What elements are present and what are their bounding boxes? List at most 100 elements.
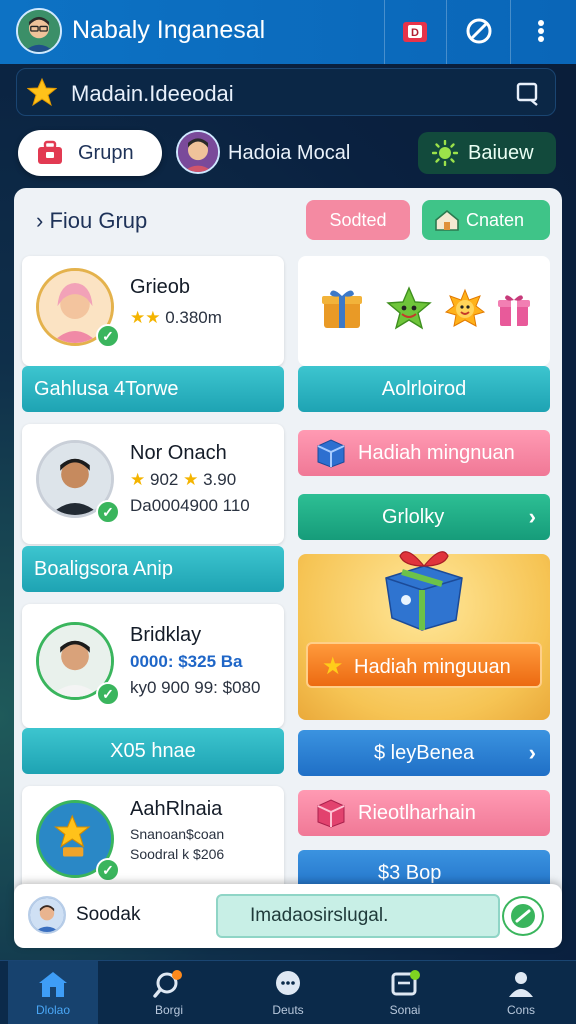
member-name: Nor Onach [130,442,227,464]
weekly-gift-promo-label: Hadiah minguuan [354,656,511,678]
user-avatar[interactable] [16,8,62,54]
star-icon: ★ [183,470,199,489]
chat-input[interactable] [216,894,500,938]
verified-check-icon: ✓ [96,500,120,524]
blue-bottom-label: $3 Bop [378,862,442,884]
star-icon: ★★ [130,308,161,327]
member-card[interactable]: ✓ Nor Onach ★ 902 ★ 3.90 Da0004900 110 [22,424,284,544]
nav-label: Dlolao [35,1003,71,1017]
chat-user-name: Soodak [76,904,141,925]
nav-item-inbox[interactable]: Sonai [360,967,450,1023]
blue-action-label: $ leyBenea [374,742,475,764]
star-icon: ★ [322,653,344,680]
chat-avatar[interactable] [28,896,66,934]
claim-button-label: Aolrloirod [381,377,467,400]
member-meta: ★★ 0.380m [130,308,222,328]
message-icon[interactable] [515,81,541,107]
appbar-divider [510,0,511,64]
blue-action-button[interactable]: $ leyBenea › [298,730,550,776]
star-icon [27,77,57,107]
nav-item-search[interactable]: Borgi [124,967,214,1023]
member-action-button[interactable]: Gahlusa 4Torwe [22,366,284,412]
gift-icon[interactable]: D [398,14,432,48]
main-panel: › Fiou Grup Sodted Cnaten ✓ Grieob ★★ 0.… [14,188,562,908]
user-chip-name: Hadoia Mocal [228,142,351,164]
verified-check-icon: ✓ [96,858,120,882]
nav-label: Cons [506,1003,535,1017]
pink-action-button[interactable]: Rieotlharhain [298,790,550,836]
pink-box-icon [317,799,345,828]
member-meta: Snanoan$coan [130,826,225,842]
nav-label: Sonai [389,1003,421,1017]
star-icon: ★ [130,470,146,489]
balance-label: Baiuew [468,142,534,164]
gift-icons-card [298,256,550,366]
more-vert-icon[interactable] [524,14,558,48]
app-bar: Nabaly Inganesal D [0,0,576,64]
member-stat: 3.90 [203,470,237,489]
member-meta: ky0 900 99: $080 [130,678,261,697]
green-action-label: Grlolky [382,506,445,528]
gift-box-icon[interactable] [318,284,366,332]
chevron-right-icon: › [528,740,536,765]
house-icon [435,209,459,231]
verified-check-icon: ✓ [96,682,120,706]
nav-item-home[interactable]: Dlolao [8,961,98,1024]
inbox-icon [391,970,420,996]
send-button[interactable] [502,896,544,936]
member-card[interactable]: ✓ Grieob ★★ 0.380m [22,256,284,366]
member-action-label: Boaligsora Anip [34,558,173,580]
blue-box-icon [317,439,345,468]
user-chip-avatar [176,130,220,174]
home-icon [39,972,67,997]
member-action-button[interactable]: Boaligsora Anip [22,546,284,592]
person-avatar-icon [178,132,218,172]
pink-gift-icon[interactable] [496,290,532,328]
sun-sticker-icon[interactable] [444,288,486,330]
chat-bar: Soodak [14,884,562,948]
check-send-icon [511,904,535,928]
user-avatar-icon [18,10,60,52]
nav-item-profile[interactable]: Cons [476,967,566,1023]
sorted-button[interactable]: Sodted [306,200,410,240]
weekly-gift-promo-button[interactable]: ★ Hadiah minguuan [306,642,542,688]
bottom-nav: Dlolao Borgi Deuts Sonai Cons [0,960,576,1024]
big-gift-icon [385,551,463,631]
nav-label: Borgi [154,1003,183,1017]
app-title: Nabaly Inganesal [72,16,266,44]
weekly-gift-label: Hadiah mingnuan [358,442,515,464]
member-action-label: Gahlusa 4Torwe [34,378,179,400]
search-icon [153,970,182,998]
appbar-divider [446,0,447,64]
panel-title[interactable]: › Fiou Grup [36,208,147,234]
claim-button[interactable]: Aolrloirod [298,366,550,412]
strip-label: Madain.Ideeodai [71,81,234,106]
create-button[interactable]: Cnaten [422,200,550,240]
member-meta: Da0004900 110 [130,496,250,515]
member-action-button[interactable]: X05 hnae [22,728,284,774]
member-action-label: X05 hnae [110,739,196,762]
member-meta: Soodral k $206 [130,846,225,862]
create-button-label: Cnaten [466,210,525,230]
member-meta: ★ 902 ★ 3.90 [130,470,236,490]
group-pill-button[interactable]: Grupn [18,130,162,176]
member-name: Grieob [130,276,191,298]
member-name: AahRlnaia [130,798,223,820]
member-name: Bridklay [130,624,202,646]
appbar-divider [384,0,385,64]
weekly-gift-button[interactable]: Hadiah mingnuan [298,430,550,476]
pink-action-label: Rieotlharhain [358,802,476,824]
block-icon[interactable] [462,14,496,48]
sun-icon [432,140,458,166]
member-card[interactable]: ✓ Bridklay 0000: $325 Ba ky0 900 99: $08… [22,604,284,728]
member-stat: 0.380m [165,308,222,327]
profile-icon [509,972,533,997]
chat-bubble-icon [276,971,300,995]
promo-card[interactable]: ★ Hadiah minguuan [298,551,550,720]
balance-button[interactable]: Baiuew [418,132,556,174]
svg-text:D: D [411,27,419,39]
green-action-button[interactable]: Grlolky › [298,494,550,540]
nav-item-chat[interactable]: Deuts [243,967,333,1023]
status-strip[interactable]: Madain.Ideeodai [16,68,556,116]
star-sticker-icon[interactable] [386,286,432,332]
